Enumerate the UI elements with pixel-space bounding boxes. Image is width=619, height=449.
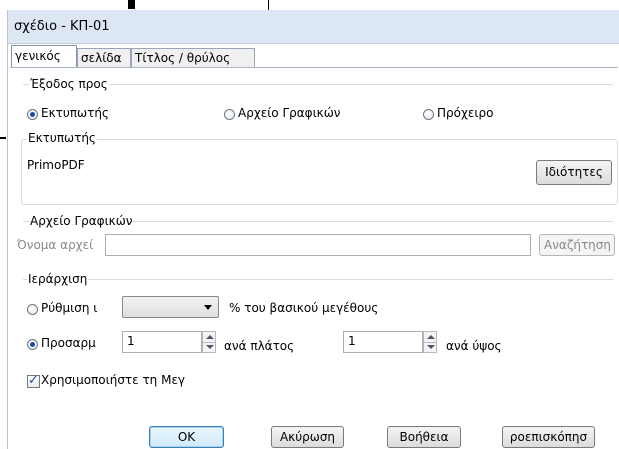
tab-strip: γενικός σελίδα Τίτλος / θρύλος xyxy=(8,44,619,68)
output-printer-radio[interactable] xyxy=(27,109,38,120)
tab-panel-general: Έξοδος προς Εκτυπωτής Αρχείο Γραφικών Πρ… xyxy=(10,67,618,411)
checkmark-icon: ✓ xyxy=(28,373,39,388)
width-input[interactable]: 1 xyxy=(122,331,202,353)
spin-down-icon[interactable] xyxy=(206,345,214,349)
ok-button[interactable]: OK xyxy=(149,426,224,448)
tab-title-legend[interactable]: Τίτλος / θρύλος xyxy=(131,48,255,67)
preview-button[interactable]: ροεπισκόπησ xyxy=(502,426,595,448)
use-label[interactable]: Χρησιμοποιήστε τη Μεγ xyxy=(41,373,185,387)
filename-label: Όνομα αρχεί xyxy=(17,238,94,252)
background-fragment xyxy=(128,0,135,9)
height-spinner[interactable] xyxy=(423,331,437,353)
output-graphics-label[interactable]: Αρχείο Γραφικών xyxy=(238,106,340,120)
scaling-fit-radio[interactable] xyxy=(27,339,38,350)
spin-divider xyxy=(424,342,436,343)
filename-input[interactable] xyxy=(105,234,531,256)
group-divider xyxy=(23,84,613,85)
window-title: σχέδιο - ΚΠ-01 xyxy=(14,19,110,34)
spin-up-icon[interactable] xyxy=(206,335,214,339)
scaling-percent-select[interactable] xyxy=(122,296,219,318)
tab-general[interactable]: γενικός xyxy=(11,45,77,68)
height-input[interactable]: 1 xyxy=(343,331,423,353)
scaling-set-radio[interactable] xyxy=(27,304,38,315)
dialog-client: γενικός σελίδα Τίτλος / θρύλος Έξοδος πρ… xyxy=(8,44,619,449)
group-divider xyxy=(23,279,613,280)
scaling-fit-label[interactable]: Προσαρμ xyxy=(41,336,96,350)
spin-up-icon[interactable] xyxy=(427,335,435,339)
dialog-footer: OK Ακύρωση Βοήθεια ροεπισκόπησ xyxy=(8,410,619,449)
title-bar[interactable]: σχέδιο - ΚΠ-01 xyxy=(8,10,619,44)
output-printer-label[interactable]: Εκτυπωτής xyxy=(41,106,109,120)
spin-divider xyxy=(203,342,215,343)
printer-name: PrimoPDF xyxy=(27,158,85,172)
width-label: ανά πλάτος xyxy=(224,339,295,353)
printer-properties-button[interactable]: Ιδιότητες xyxy=(536,160,612,185)
background-fragment xyxy=(268,0,269,10)
cancel-button[interactable]: Ακύρωση xyxy=(271,426,344,448)
use-checkbox[interactable]: ✓ xyxy=(27,373,40,388)
background-fragment xyxy=(0,137,6,139)
width-spinner[interactable] xyxy=(202,331,216,353)
width-value: 1 xyxy=(127,334,135,348)
chevron-down-icon xyxy=(204,305,212,310)
graphics-legend: Αρχείο Γραφικών xyxy=(29,214,134,228)
scaling-set-label[interactable]: Ρύθμιση ι xyxy=(41,301,97,315)
browse-button[interactable]: Αναζήτηση xyxy=(539,234,615,256)
printer-legend: Εκτυπωτής xyxy=(27,131,97,145)
height-label: ανά ύψος xyxy=(446,339,502,353)
printer-group xyxy=(21,139,618,205)
height-value: 1 xyxy=(348,334,356,348)
output-clipboard-label[interactable]: Πρόχειρο xyxy=(437,106,493,120)
output-graphics-radio[interactable] xyxy=(224,109,235,120)
tab-page[interactable]: σελίδα xyxy=(77,48,131,67)
spin-down-icon[interactable] xyxy=(427,345,435,349)
scaling-legend: Ιεράρχιση xyxy=(27,272,89,286)
output-clipboard-radio[interactable] xyxy=(423,109,434,120)
scaling-percent-label: % του βασικού μεγέθους xyxy=(229,301,379,315)
output-legend: Έξοδος προς xyxy=(29,77,109,91)
print-dialog: σχέδιο - ΚΠ-01 γενικός σελίδα Τίτλος / θ… xyxy=(7,10,619,449)
help-button[interactable]: Βοήθεια xyxy=(387,426,461,448)
